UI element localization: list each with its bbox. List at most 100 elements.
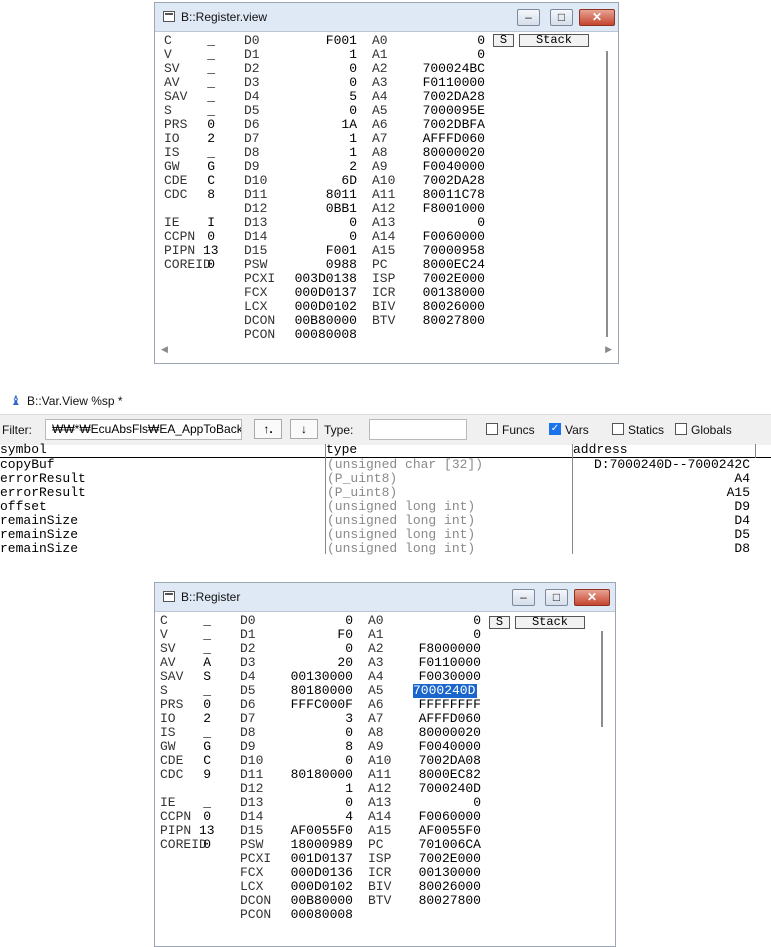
flag-label: CDC xyxy=(160,767,184,782)
register-label: D8 xyxy=(240,725,256,740)
register-value: F0110000 xyxy=(422,75,485,90)
register-value: 6D xyxy=(341,173,357,188)
register-label: A14 xyxy=(372,229,396,244)
column-divider[interactable] xyxy=(755,444,756,458)
vertical-scrollbar[interactable] xyxy=(606,51,608,337)
register-label: A8 xyxy=(372,145,388,160)
register-label: A7 xyxy=(368,711,384,726)
column-header-type[interactable]: type xyxy=(326,442,572,458)
register-label: D3 xyxy=(240,655,256,670)
filter-input[interactable]: ₩₩*₩EcuAbsFls₩EA_AppToBackup xyxy=(45,419,242,440)
register-label: D9 xyxy=(244,159,260,174)
stack-button[interactable]: Stack xyxy=(519,34,589,47)
variable-row[interactable]: remainSize (unsigned long int) D8 xyxy=(0,542,771,556)
flag-label: PIPN xyxy=(160,823,192,838)
up-button[interactable]: ↑. xyxy=(254,419,282,439)
variable-row[interactable]: remainSize (unsigned long int) D5 xyxy=(0,528,771,542)
type-input[interactable] xyxy=(369,419,467,440)
flag-label: SAV xyxy=(164,89,188,104)
register-label: A1 xyxy=(372,47,388,62)
register-label: D0 xyxy=(240,613,256,628)
register-value: F0040000 xyxy=(418,739,481,754)
variable-list: copyBuf (unsigned char [32]) D:7000240D--7… xyxy=(0,458,771,558)
register-label: D6 xyxy=(240,697,256,712)
variable-row[interactable]: errorResult (P_uint8) A15 xyxy=(0,486,771,500)
column-header-symbol[interactable]: symbol xyxy=(0,443,325,458)
globals-label: Globals xyxy=(691,423,732,437)
variable-type: (unsigned long int) xyxy=(327,527,476,542)
register-value: 80180000 xyxy=(290,767,353,782)
register-label: A9 xyxy=(372,159,388,174)
register-value: 0 xyxy=(345,795,353,810)
flag-value: 0 xyxy=(207,117,215,132)
variable-row[interactable]: offset (unsigned long int) D9 xyxy=(0,500,771,514)
flag-label: AV xyxy=(160,655,176,670)
funcs-checkbox[interactable] xyxy=(486,423,498,435)
flag-label: C xyxy=(164,33,172,48)
selected-register-value[interactable]: 7000240D xyxy=(413,684,477,698)
scroll-right-icon[interactable]: ▶ xyxy=(605,344,612,355)
filter-label: Filter: xyxy=(2,423,32,437)
variable-type: (unsigned long int) xyxy=(327,499,476,514)
s-button[interactable]: S xyxy=(493,34,514,47)
register-value: 7000240D xyxy=(418,781,481,796)
register-value: AF0055F0 xyxy=(290,823,353,838)
register-label: A0 xyxy=(368,613,384,628)
variable-row[interactable]: copyBuf (unsigned char [32]) D:7000240D--7… xyxy=(0,458,771,472)
register-value: 18000989 xyxy=(290,837,353,852)
register-label: BTV xyxy=(372,313,396,328)
register-label: A14 xyxy=(368,809,392,824)
register-label: A3 xyxy=(372,75,388,90)
register-value: 7002E000 xyxy=(418,851,481,866)
flag-value: G xyxy=(207,159,215,174)
register-value: 0 xyxy=(477,33,485,48)
globals-checkbox[interactable] xyxy=(675,423,687,435)
flag-value: 2 xyxy=(203,711,211,726)
variable-symbol: errorResult xyxy=(0,471,86,486)
variable-address: D4 xyxy=(734,513,750,528)
register-label: A15 xyxy=(372,243,396,258)
var-view-titlebar[interactable]: ♝ B::Var.View %sp * xyxy=(0,386,771,414)
register-label: A15 xyxy=(368,823,392,838)
flag-value: 0 xyxy=(203,697,211,712)
register-label: PC xyxy=(368,837,384,852)
register-value: 00080008 xyxy=(290,907,353,922)
register-label: D2 xyxy=(240,641,256,656)
flag-label: PRS xyxy=(164,117,188,132)
register-value: 0 xyxy=(349,215,357,230)
s-button[interactable]: S xyxy=(489,616,510,629)
vars-checkbox[interactable]: ✓ xyxy=(549,423,561,435)
flag-value: 0 xyxy=(203,837,211,852)
variable-symbol: offset xyxy=(0,499,47,514)
register-value: 8 xyxy=(345,739,353,754)
flag-value: A xyxy=(203,655,211,670)
variable-symbol: remainSize xyxy=(0,527,79,542)
vertical-scrollbar[interactable] xyxy=(601,631,603,727)
register-label: BIV xyxy=(372,299,396,314)
register-value: 2 xyxy=(349,159,357,174)
register-value: F0030000 xyxy=(418,669,481,684)
register-view-window: B::Register.view – □ ✕ C _ V _ SV _ AV _ SAV _ S _ P… xyxy=(154,2,619,364)
register-value: 7002DA28 xyxy=(422,89,485,104)
statics-checkbox[interactable] xyxy=(612,423,624,435)
flag-value: _ xyxy=(207,145,215,160)
register-value: 0 xyxy=(349,229,357,244)
register-value: 5 xyxy=(349,89,357,104)
register-label: PSW xyxy=(240,837,264,852)
register-value: 20 xyxy=(337,655,353,670)
stack-button[interactable]: Stack xyxy=(515,616,585,629)
register-label: D5 xyxy=(240,683,256,698)
register-label: D3 xyxy=(244,75,260,90)
scroll-left-icon[interactable]: ◀ xyxy=(161,344,168,355)
register-value: 003D0138 xyxy=(294,271,357,286)
down-button[interactable]: ↓ xyxy=(290,419,318,439)
column-header-label: address xyxy=(573,442,628,457)
register-value: 0 xyxy=(477,215,485,230)
column-header-label: type xyxy=(326,442,358,457)
column-header-address[interactable]: address xyxy=(573,442,771,458)
variable-row[interactable]: remainSize (unsigned long int) D4 xyxy=(0,514,771,528)
register-value: 00138000 xyxy=(422,285,485,300)
variable-row[interactable]: errorResult (P_uint8) A4 xyxy=(0,472,771,486)
horizontal-scrollbar[interactable]: ◀ ▶ xyxy=(161,344,612,356)
register-label: DCON xyxy=(240,893,272,908)
